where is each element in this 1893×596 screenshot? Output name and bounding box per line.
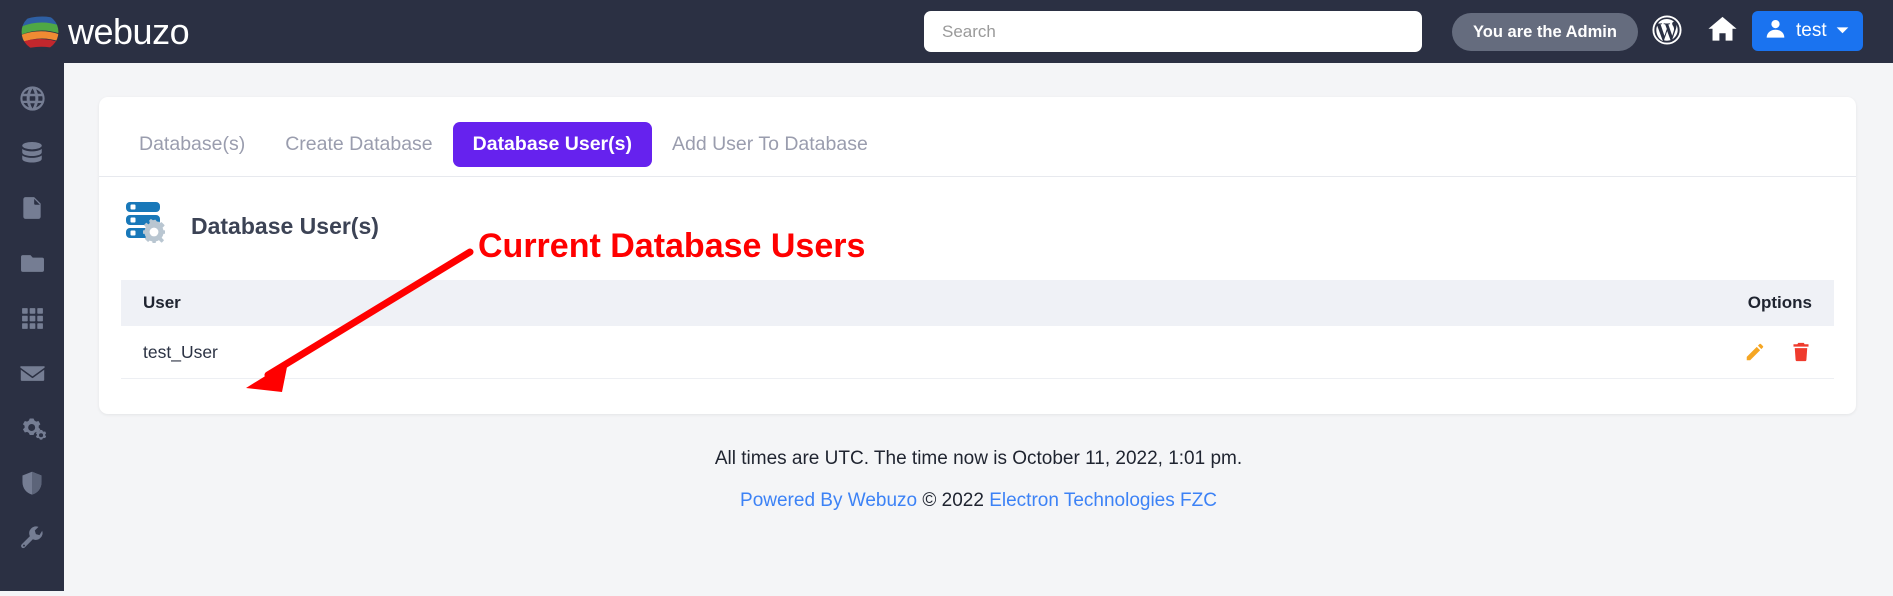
wordpress-icon (1652, 14, 1682, 50)
footer-time-notice: All times are UTC. The time now is Octob… (714, 448, 1243, 469)
table-row: test_User (121, 326, 1834, 379)
home-button[interactable] (1703, 13, 1741, 51)
sidebar-item-security[interactable] (0, 458, 64, 513)
column-header-user: User (143, 293, 181, 312)
chevron-down-icon (1836, 22, 1849, 40)
database-users-card: Database(s) Create Database Database Use… (99, 97, 1856, 414)
home-icon (1707, 14, 1738, 50)
edit-icon[interactable] (1744, 341, 1766, 363)
sidebar-item-database[interactable] (0, 128, 64, 183)
gears-icon (19, 415, 46, 447)
database-users-table: User Options test_User (121, 280, 1834, 379)
delete-icon[interactable] (1790, 341, 1812, 363)
column-header-options: Options (1747, 293, 1812, 312)
footer-copyright: © 2022 (917, 490, 990, 511)
sidebar-item-apps[interactable] (0, 293, 64, 348)
top-header-bar: webuzo You are the Admin test (0, 0, 1893, 63)
cell-user-name: test_User (143, 341, 218, 362)
webuzo-globe-logo-icon (18, 10, 62, 54)
sidebar-item-globe[interactable] (0, 73, 64, 128)
envelope-icon (19, 360, 46, 392)
user-avatar-icon (1764, 17, 1787, 45)
electron-technologies-link[interactable]: Electron Technologies FZC (989, 490, 1217, 511)
tab-bar: Database(s) Create Database Database Use… (99, 97, 1856, 177)
shield-icon (19, 470, 45, 501)
file-icon (19, 195, 45, 226)
globe-icon (19, 85, 46, 117)
powered-by-webuzo-link[interactable]: Powered By Webuzo (740, 490, 917, 511)
tab-add-user-to-database[interactable]: Add User To Database (652, 122, 888, 167)
brand-name: webuzo (68, 10, 190, 52)
footer: All times are UTC. The time now is Octob… (64, 448, 1893, 512)
wrench-icon (19, 525, 45, 556)
database-server-gear-icon (125, 200, 177, 253)
section-header: Database User(s) (99, 177, 1856, 253)
wordpress-button[interactable] (1648, 13, 1686, 51)
tab-databases[interactable]: Database(s) (119, 122, 265, 167)
main-content: Database(s) Create Database Database Use… (64, 63, 1893, 591)
sidebar-item-file[interactable] (0, 183, 64, 238)
admin-status-label: You are the Admin (1473, 22, 1617, 41)
footer-credit: Powered By Webuzo © 2022 Electron Techno… (64, 490, 1893, 512)
sidebar-item-mail[interactable] (0, 348, 64, 403)
row-actions (1744, 341, 1812, 363)
search-box[interactable] (924, 11, 1422, 52)
admin-status-badge[interactable]: You are the Admin (1452, 13, 1638, 51)
grid-icon (20, 306, 45, 336)
brand[interactable]: webuzo (18, 10, 308, 54)
sidebar-item-folder[interactable] (0, 238, 64, 293)
sidebar-item-tools[interactable] (0, 513, 64, 568)
left-sidebar (0, 63, 64, 591)
database-icon (19, 140, 45, 171)
page-title: Database User(s) (191, 213, 379, 239)
sidebar-item-settings[interactable] (0, 403, 64, 458)
tab-database-users[interactable]: Database User(s) (452, 122, 652, 167)
search-input[interactable] (924, 11, 1422, 52)
user-menu-button[interactable]: test (1752, 11, 1863, 51)
table-header-row: User Options (121, 280, 1834, 326)
user-name-label: test (1796, 20, 1827, 41)
folder-icon (19, 250, 46, 282)
tab-create-database[interactable]: Create Database (265, 122, 452, 167)
